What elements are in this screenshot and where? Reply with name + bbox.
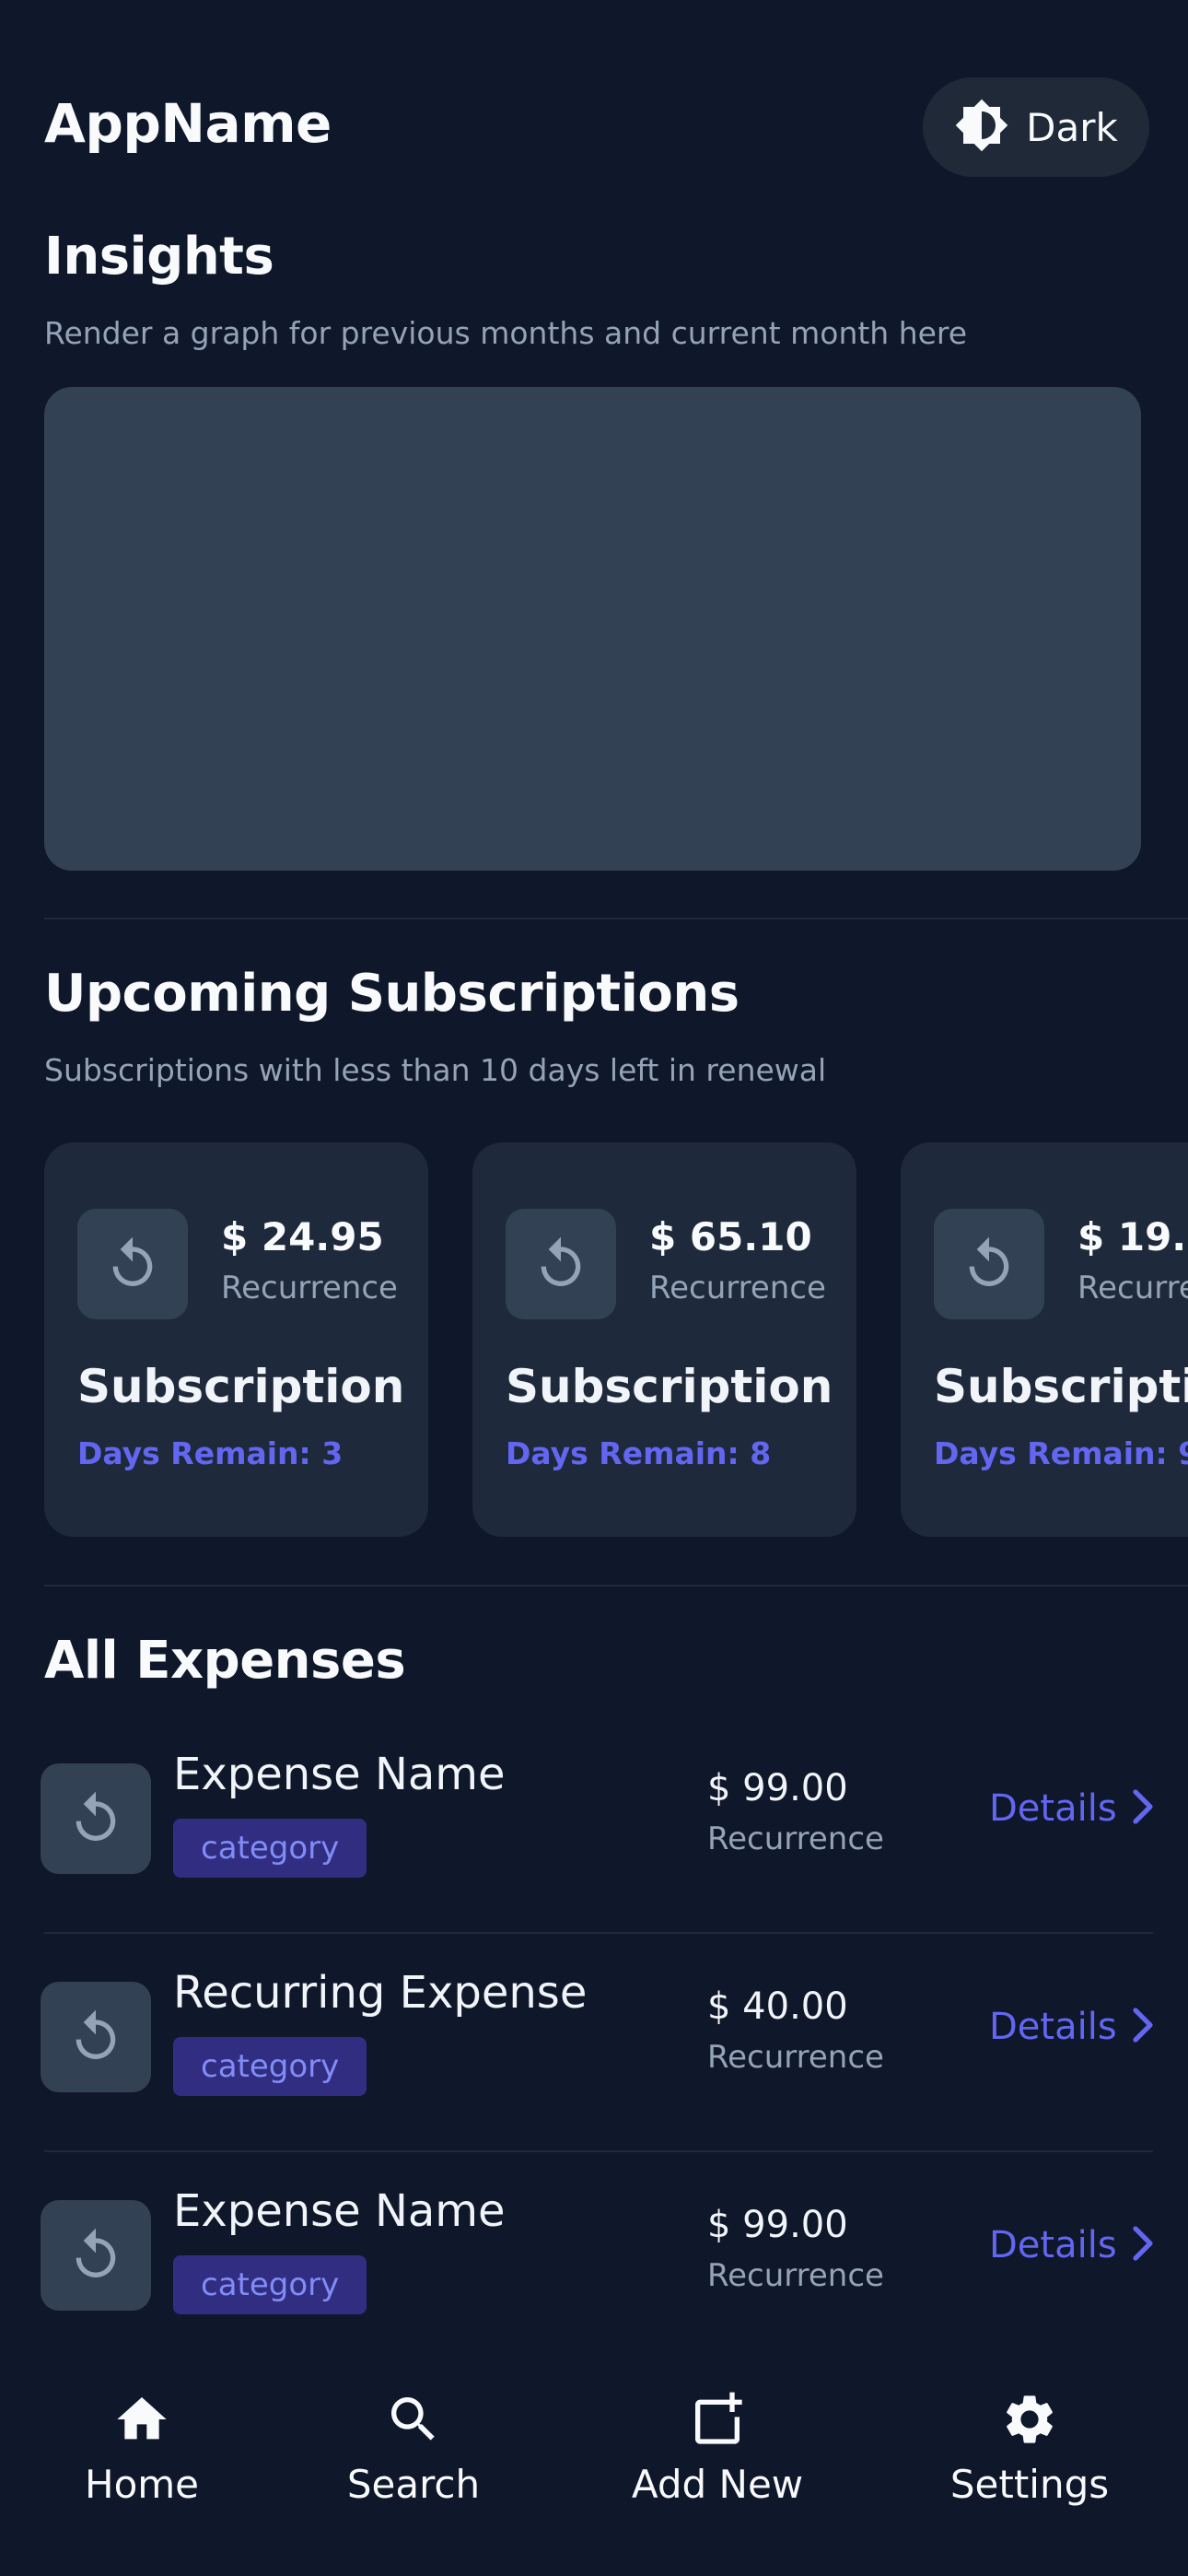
nav-label: Search (346, 2462, 481, 2507)
subscription-recurrence: Recurrence (1077, 1270, 1188, 1306)
nav-label: Settings (949, 2462, 1110, 2507)
replay-icon (41, 1982, 151, 2092)
add-note-icon (688, 2390, 747, 2453)
subscription-recurrence: Recurrence (221, 1270, 398, 1306)
subscription-name: Subscription (77, 1360, 405, 1413)
subscription-name: Subscription (506, 1360, 833, 1413)
chevron-right-icon (1130, 2007, 1156, 2047)
section-divider (44, 1585, 1188, 1587)
expense-amount: $ 40.00 (707, 1985, 848, 2028)
expense-row: Expense Name category $ 99.00 Recurrence… (0, 1715, 1188, 1934)
expense-row: Expense Name category $ 99.00 Recurrence… (0, 2152, 1188, 2371)
nav-item-settings[interactable]: Settings (949, 2390, 1111, 2507)
upcoming-subscriptions-subtitle: Subscriptions with less than 10 days lef… (44, 1052, 827, 1088)
subscription-name: Subscription (934, 1360, 1188, 1413)
subscription-price: $ 65.10 (649, 1214, 812, 1259)
insights-title: Insights (44, 227, 274, 287)
replay-icon (934, 1209, 1044, 1319)
nav-item-search[interactable]: Search (344, 2390, 483, 2507)
details-link[interactable]: Details (989, 2224, 1156, 2266)
details-label: Details (989, 1787, 1117, 1830)
expense-name: Recurring Expense (173, 1967, 588, 2019)
theme-toggle-button[interactable]: Dark (923, 77, 1149, 177)
category-badge: category (173, 2255, 367, 2314)
category-badge: category (173, 1819, 367, 1878)
details-label: Details (989, 2224, 1117, 2266)
replay-icon (506, 1209, 616, 1319)
expense-name: Expense Name (173, 2185, 506, 2237)
bottom-navigation: Home Search Add New Settings (0, 2368, 1188, 2576)
expense-amount: $ 99.00 (707, 2204, 848, 2246)
subscription-days-remaining: Days Remain: 9 (934, 1435, 1188, 1471)
section-divider (44, 918, 1188, 919)
nav-item-add-new[interactable]: Add New (630, 2390, 805, 2507)
search-icon (384, 2390, 443, 2453)
insights-subtitle: Render a graph for previous months and c… (44, 315, 968, 351)
subscription-price: $ 19.00 (1077, 1214, 1188, 1259)
brightness-icon (954, 98, 1009, 157)
app-name: AppName (44, 92, 332, 155)
nav-label: Add New (631, 2462, 804, 2507)
details-label: Details (989, 2006, 1117, 2048)
replay-icon (77, 1209, 188, 1319)
subscription-days-remaining: Days Remain: 8 (506, 1435, 772, 1471)
expense-recurrence: Recurrence (707, 2257, 884, 2294)
expense-name: Expense Name (173, 1749, 506, 1800)
expense-row: Recurring Expense category $ 40.00 Recur… (0, 1934, 1188, 2152)
replay-icon (41, 1763, 151, 1874)
theme-toggle-label: Dark (1026, 104, 1118, 150)
home-icon (112, 2390, 171, 2453)
nav-label: Home (84, 2462, 200, 2507)
subscription-card[interactable]: $ 19.00 Recurrence Subscription Days Rem… (901, 1142, 1188, 1537)
subscription-card[interactable]: $ 24.95 Recurrence Subscription Days Rem… (44, 1142, 428, 1537)
subscription-card[interactable]: $ 65.10 Recurrence Subscription Days Rem… (472, 1142, 856, 1537)
replay-icon (41, 2200, 151, 2311)
details-link[interactable]: Details (989, 2006, 1156, 2048)
subscription-card-clip: $ 19.00 Recurrence Subscription Days Rem… (901, 1142, 1188, 1537)
chevron-right-icon (1130, 1788, 1156, 1829)
subscription-price: $ 24.95 (221, 1214, 384, 1259)
chevron-right-icon (1130, 2225, 1156, 2266)
category-badge: category (173, 2037, 367, 2096)
subscription-days-remaining: Days Remain: 3 (77, 1435, 344, 1471)
nav-item-home[interactable]: Home (84, 2390, 200, 2507)
subscription-recurrence: Recurrence (649, 1270, 826, 1306)
upcoming-subscriptions-title: Upcoming Subscriptions (44, 964, 740, 1024)
insights-graph-placeholder (44, 387, 1141, 871)
details-link[interactable]: Details (989, 1787, 1156, 1830)
gear-icon (1000, 2390, 1059, 2453)
all-expenses-title: All Expenses (44, 1631, 406, 1691)
expense-recurrence: Recurrence (707, 2039, 884, 2076)
expense-amount: $ 99.00 (707, 1767, 848, 1809)
expense-recurrence: Recurrence (707, 1821, 884, 1857)
